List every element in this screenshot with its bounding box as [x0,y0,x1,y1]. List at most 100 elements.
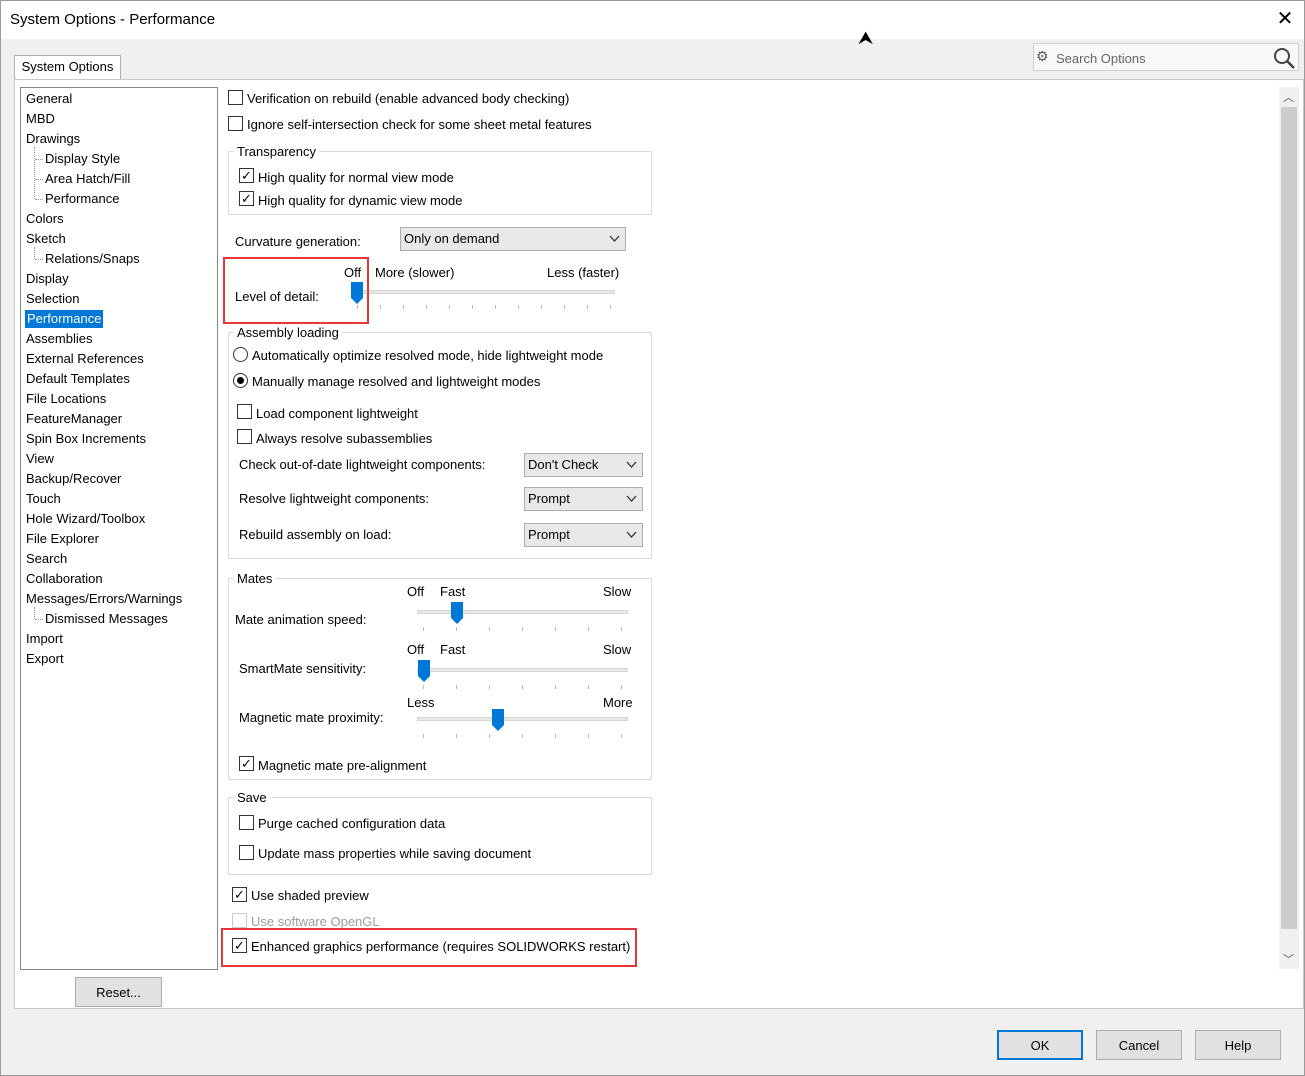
curvature-select[interactable]: Only on demand [400,227,626,251]
tree-item-hole-wizard-toolbox[interactable]: Hole Wizard/Toolbox [26,510,145,528]
shaded-preview-label: Use shaded preview [251,888,369,903]
scroll-thumb[interactable] [1281,107,1297,929]
tree-item-file-explorer[interactable]: File Explorer [26,530,99,548]
tree-item-import[interactable]: Import [26,630,63,648]
transparency-normal-checkbox[interactable]: ✓ [239,168,254,183]
always-resolve-checkbox[interactable] [237,429,252,444]
tree-item-featuremanager[interactable]: FeatureManager [26,410,122,428]
tree-item-external-references[interactable]: External References [26,350,144,368]
tree-connector [35,619,43,620]
tree-item-colors[interactable]: Colors [26,210,64,228]
slider-tick [456,734,457,738]
update-mass-checkbox[interactable] [239,845,254,860]
options-tree[interactable]: General MBD Drawings Display Style Area Hatc… [20,87,218,970]
tree-item-collaboration[interactable]: Collaboration [26,570,103,588]
search-input[interactable]: Search Options [1056,51,1146,66]
anim-off-label: Off [407,584,425,599]
tree-item-assemblies[interactable]: Assemblies [26,330,92,348]
tree-item-display-style[interactable]: Display Style [45,150,120,168]
prealign-checkbox[interactable]: ✓ [239,756,254,771]
tree-item-backup-recover[interactable]: Backup/Recover [26,470,121,488]
shaded-preview-checkbox[interactable]: ✓ [232,887,247,902]
slider-tick [380,305,381,309]
smartmate-slider-track[interactable] [417,668,628,672]
slider-tick [588,734,589,738]
scroll-down-icon[interactable]: ﹀ [1283,951,1294,967]
highlight-box-enhanced [221,928,637,967]
smart-fast-label: Fast [440,642,466,657]
proximity-slider-track[interactable] [417,717,628,721]
slider-tick [555,627,556,631]
curvature-label: Curvature generation: [235,234,361,249]
rebuild-on-load-value: Prompt [528,527,570,542]
slider-tick [456,685,457,689]
prox-less-label: Less [407,695,435,710]
smartmate-slider-thumb[interactable] [418,660,430,682]
highlight-box-lod [223,257,369,324]
resolve-lightweight-select[interactable]: Prompt [524,487,643,511]
mates-group [228,578,652,780]
system-options-dialog: System Options - Performance ✕ ⮝ System … [0,0,1305,1076]
anim-speed-slider-track[interactable] [417,610,628,614]
check-outofdate-select[interactable]: Don't Check [524,453,643,477]
tree-item-export[interactable]: Export [26,650,64,668]
transparency-dynamic-label: High quality for dynamic view mode [258,193,463,208]
chevron-down-icon [626,531,637,538]
slider-tick [588,685,589,689]
tree-item-relations-snaps[interactable]: Relations/Snaps [45,250,140,268]
update-mass-label: Update mass properties while saving docu… [258,846,532,861]
tree-item-area-hatch-fill[interactable]: Area Hatch/Fill [45,170,130,188]
vertical-scrollbar[interactable]: ︿ ﹀ [1279,87,1299,969]
auto-optimize-radio[interactable] [233,347,248,362]
tree-item-mbd[interactable]: MBD [26,110,55,128]
slider-tick [449,305,450,309]
tree-item-general[interactable]: General [26,90,72,108]
tree-item-search[interactable]: Search [26,550,67,568]
tab-system-options[interactable]: System Options [14,55,121,79]
always-resolve-label: Always resolve subassemblies [256,431,433,446]
tree-item-selection[interactable]: Selection [26,290,79,308]
tree-item-sketch[interactable]: Sketch [26,230,66,248]
manual-manage-radio[interactable] [233,373,248,388]
ignore-self-intersection-checkbox[interactable] [228,116,243,131]
close-icon[interactable]: ✕ [1271,5,1299,33]
purge-checkbox[interactable] [239,815,254,830]
prealign-label: Magnetic mate pre-alignment [258,758,427,773]
slider-tick [472,305,473,309]
rebuild-on-load-select[interactable]: Prompt [524,523,643,547]
tree-item-spin-box-increments[interactable]: Spin Box Increments [26,430,146,448]
anim-speed-slider-thumb[interactable] [451,602,463,624]
search-icon[interactable] [1272,46,1296,70]
help-button[interactable]: Help [1195,1030,1281,1060]
transparency-normal-label: High quality for normal view mode [258,170,454,185]
tree-item-performance[interactable]: Performance [25,310,104,328]
curvature-value: Only on demand [404,231,500,246]
tree-connector [34,247,35,259]
tree-item-view[interactable]: View [26,450,54,468]
tree-item-touch[interactable]: Touch [26,490,61,508]
scroll-up-icon[interactable]: ︿ [1283,89,1294,105]
tree-item-performance[interactable]: Performance [45,190,119,208]
tree-item-default-templates[interactable]: Default Templates [26,370,130,388]
tree-item-dismissed-messages[interactable]: Dismissed Messages [45,610,168,628]
lod-slider-track[interactable] [353,290,615,294]
tree-item-display[interactable]: Display [26,270,69,288]
load-lightweight-checkbox[interactable] [237,404,252,419]
lod-more-label: More (slower) [375,265,455,280]
proximity-slider-thumb[interactable] [492,709,504,731]
ok-button[interactable]: OK [997,1030,1083,1060]
transparency-dynamic-checkbox[interactable]: ✓ [239,191,254,206]
cancel-button[interactable]: Cancel [1096,1030,1182,1060]
reset-button[interactable]: Reset... [75,977,162,1007]
slider-tick [426,305,427,309]
slider-tick [621,685,622,689]
tree-item-messages-errors-warnings[interactable]: Messages/Errors/Warnings [26,590,182,608]
search-options-box[interactable]: ⚙ Search Options [1033,43,1299,71]
verification-checkbox[interactable] [228,90,243,105]
tree-item-drawings[interactable]: Drawings [26,130,80,148]
slider-tick [403,305,404,309]
tree-item-file-locations[interactable]: File Locations [26,390,106,408]
tree-connector [35,199,43,200]
software-opengl-checkbox [232,913,247,928]
slider-tick [522,734,523,738]
